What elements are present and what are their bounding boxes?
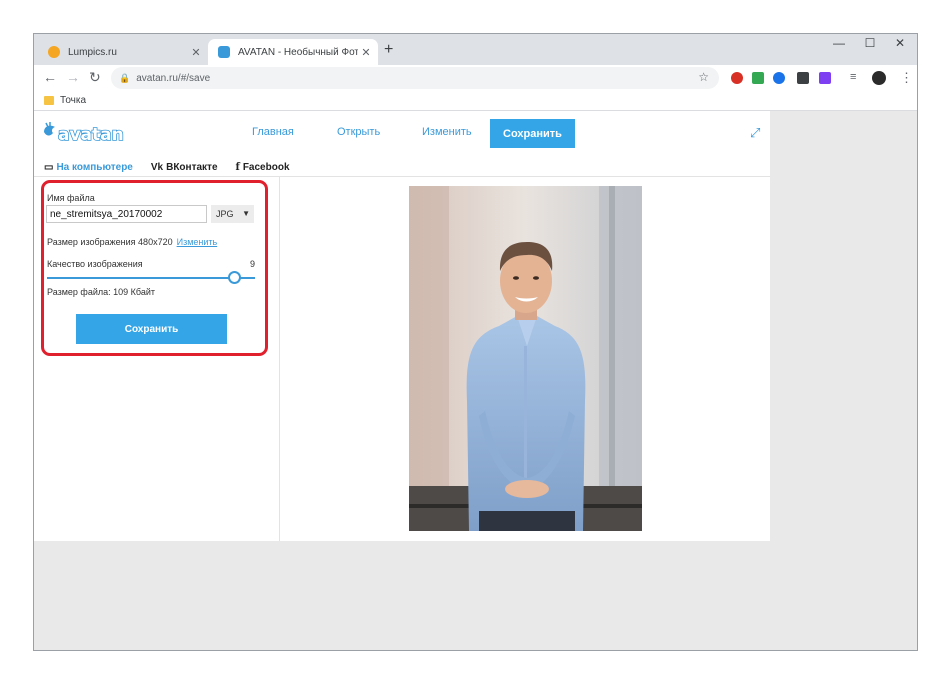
bookmark-star-icon[interactable]: ☆: [698, 70, 709, 84]
extension-icon[interactable]: [797, 72, 809, 84]
vk-icon: Vk: [150, 161, 164, 173]
tab-vk-label: ВКонтакте: [166, 161, 218, 173]
tab-strip: Lumpics.ru ✕ AVATAN - Необычный Фоторед …: [34, 34, 917, 65]
tab-vk[interactable]: Vk ВКонтакте: [151, 159, 218, 175]
lumpics-favicon-icon: [48, 46, 60, 58]
tab-title: Lumpics.ru: [68, 46, 117, 58]
bookmark-item[interactable]: Точка: [44, 95, 86, 106]
page-viewport: avatan Главная Открыть Изменить Сохранит…: [34, 111, 917, 650]
change-size-link[interactable]: Изменить: [177, 237, 218, 247]
close-tab-icon[interactable]: ✕: [188, 46, 204, 59]
bookmarks-bar: Точка: [34, 91, 917, 111]
nav-save-button[interactable]: Сохранить: [490, 119, 575, 148]
fullscreen-icon[interactable]: ⤢: [750, 125, 760, 141]
quality-slider-track[interactable]: [47, 277, 255, 279]
close-window-icon[interactable]: ✕: [886, 36, 914, 50]
logo-text: avatan: [58, 125, 124, 145]
tab-facebook-label: Facebook: [242, 161, 290, 173]
nav-open[interactable]: Открыть: [337, 126, 380, 138]
nav-home[interactable]: Главная: [252, 126, 294, 138]
facebook-icon: f: [235, 161, 240, 173]
quality-slider-handle[interactable]: [227, 271, 241, 284]
tab-computer[interactable]: ▭ На компьютере: [44, 159, 133, 175]
bookmark-label: Точка: [60, 95, 87, 106]
extension-icon[interactable]: [819, 72, 831, 84]
browser-toolbar: ← → ↻ 🔒 avatan.ru/#/save ☆ ≡ ⋮: [34, 65, 917, 91]
address-bar[interactable]: 🔒 avatan.ru/#/save ☆: [111, 67, 719, 89]
menu-icon[interactable]: ⋮: [900, 70, 913, 86]
minimize-icon[interactable]: —: [825, 36, 853, 50]
edited-photo: [409, 186, 642, 531]
url-text: avatan.ru/#/save: [136, 72, 211, 84]
forward-icon[interactable]: →: [66, 69, 80, 85]
image-size-label: Размер изображения 480x720: [47, 237, 173, 247]
save-destination-tabs: ▭ На компьютере Vk ВКонтакте f Facebook: [44, 159, 308, 175]
extension-icon[interactable]: [752, 72, 764, 84]
save-settings-panel: Имя файла JPG ▼ Размер изображения 480x7…: [34, 177, 279, 541]
chevron-down-icon: ▼: [242, 209, 250, 218]
folder-icon: [44, 96, 54, 105]
tab-avatan[interactable]: AVATAN - Необычный Фоторед ✕: [208, 39, 378, 65]
nav-edit[interactable]: Изменить: [422, 126, 472, 138]
back-icon[interactable]: ←: [43, 69, 57, 85]
tab-facebook[interactable]: f Facebook: [236, 159, 290, 175]
avatan-app: avatan Главная Открыть Изменить Сохранит…: [34, 111, 770, 541]
file-size-label: Размер файла: 109 Кбайт: [47, 287, 155, 297]
quality-label: Качество изображения: [47, 259, 143, 269]
lock-icon: 🔒: [119, 72, 131, 83]
laptop-icon: ▭: [44, 161, 54, 173]
extension-icon[interactable]: [731, 72, 743, 84]
extension-icon[interactable]: [773, 72, 785, 84]
save-button[interactable]: Сохранить: [76, 314, 227, 344]
avatan-favicon-icon: [218, 46, 230, 58]
avatan-logo[interactable]: avatan: [42, 120, 132, 146]
format-value: JPG: [216, 209, 234, 219]
filename-input[interactable]: [46, 205, 207, 223]
new-tab-button[interactable]: +: [384, 41, 393, 59]
filename-label: Имя файла: [47, 193, 95, 203]
tab-computer-label: На компьютере: [56, 161, 133, 173]
format-select[interactable]: JPG ▼: [211, 205, 254, 223]
avatar[interactable]: [872, 71, 886, 85]
maximize-icon[interactable]: ☐: [856, 36, 884, 50]
close-tab-icon[interactable]: ✕: [358, 46, 374, 59]
image-size-row: Размер изображения 480x720 Изменить: [47, 237, 217, 247]
reload-icon[interactable]: ↻: [89, 69, 101, 86]
reading-list-icon[interactable]: ≡: [850, 71, 856, 83]
whale-logo-icon: [44, 125, 55, 136]
tab-lumpics[interactable]: Lumpics.ru ✕: [38, 39, 208, 65]
tab-title: AVATAN - Необычный Фоторед: [238, 46, 358, 58]
panel-divider: [279, 177, 280, 541]
quality-value: 9: [250, 259, 256, 269]
browser-window: Lumpics.ru ✕ AVATAN - Необычный Фоторед …: [33, 33, 918, 651]
